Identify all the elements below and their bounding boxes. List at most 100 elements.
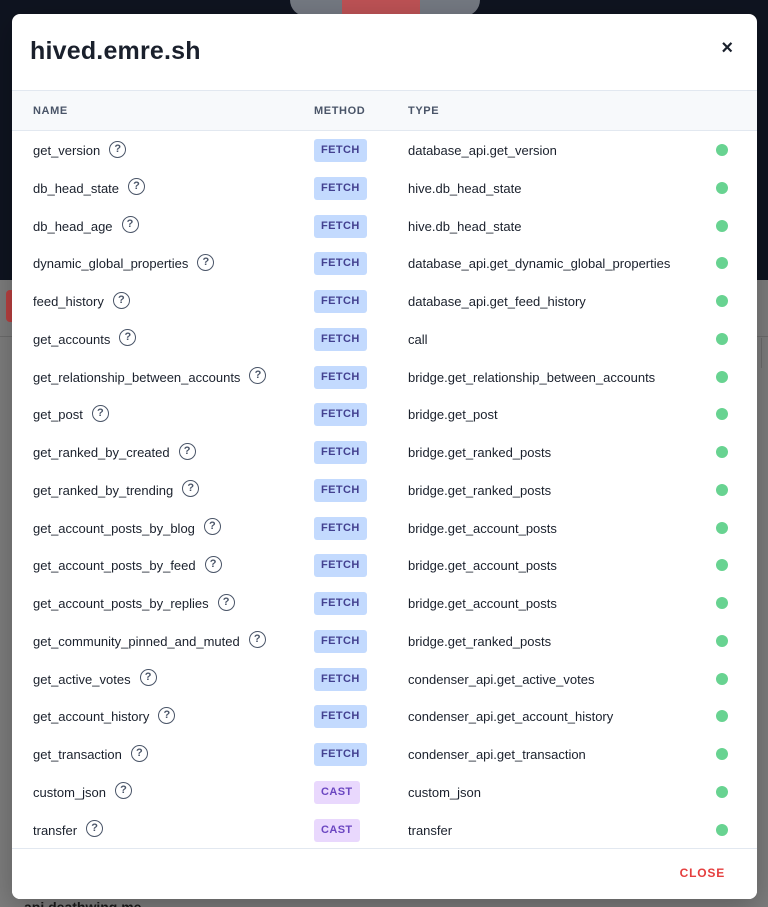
help-icon[interactable]: ? [112, 291, 130, 309]
row-type: bridge.get_ranked_posts [408, 445, 552, 460]
column-header-name: NAME [33, 105, 68, 117]
row-name: get_post? [33, 404, 109, 422]
status-dot [716, 408, 728, 421]
row-name: custom_json? [33, 782, 132, 800]
background-node-label: api.deathwing.me [24, 899, 142, 907]
row-name: get_transaction? [33, 744, 148, 762]
method-badge: FETCH [314, 554, 367, 578]
table-row: get_accounts? FETCH call [12, 320, 757, 358]
help-icon[interactable]: ? [197, 253, 215, 271]
method-badge: FETCH [314, 441, 367, 464]
help-icon[interactable]: ? [249, 367, 267, 384]
help-icon[interactable]: ? [139, 669, 157, 686]
table-header: NAME METHOD TYPE [12, 91, 757, 131]
status-dot [716, 710, 728, 723]
row-name: feed_history? [33, 291, 130, 309]
table-row: get_transaction? FETCH condenser_api.get_t… [12, 735, 757, 773]
help-icon[interactable]: ? [130, 744, 148, 762]
row-name: get_relationship_between_accounts? [33, 367, 267, 385]
status-dot [716, 521, 728, 534]
table-row: get_ranked_by_trending? FETCH bridge.get_r… [12, 471, 757, 509]
method-badge: FETCH [314, 290, 367, 313]
row-type: transfer [408, 822, 453, 838]
row-name: get_active_votes? [33, 669, 157, 687]
row-type: bridge.get_account_posts [408, 596, 557, 611]
help-icon[interactable]: ? [182, 480, 200, 498]
status-dot [716, 257, 728, 270]
row-name-label: get_account_history [33, 709, 150, 725]
table-row: get_relationship_between_accounts? FETCH b… [12, 358, 757, 396]
method-badge: CAST [314, 780, 360, 804]
status-dot [716, 332, 728, 345]
modal-footer: CLOSE [12, 848, 757, 899]
help-icon[interactable]: ? [178, 442, 196, 460]
status-dot [716, 559, 728, 572]
table-row: db_head_state? FETCH hive.db_head_state [12, 169, 757, 207]
row-name: get_account_posts_by_blog? [33, 518, 221, 536]
row-type: bridge.get_ranked_posts [408, 633, 552, 649]
row-name-label: feed_history [33, 294, 104, 309]
column-header-method: METHOD [314, 105, 366, 117]
help-icon[interactable]: ? [121, 216, 139, 233]
table-row: get_account_posts_by_blog? FETCH bridge.ge… [12, 509, 757, 547]
row-name: get_account_posts_by_replies? [33, 593, 235, 611]
row-type: bridge.get_ranked_posts [408, 482, 552, 498]
node-details-modal: hived.emre.sh × NAME METHOD TYPE get_ver… [12, 14, 757, 899]
status-dot [716, 597, 728, 609]
method-badge: FETCH [314, 403, 367, 427]
table-row: get_community_pinned_and_muted? FETCH brid… [12, 622, 757, 660]
table-row: db_head_age? FETCH hive.db_head_state [12, 207, 757, 245]
modal-title: hived.emre.sh [30, 37, 201, 65]
method-badge: FETCH [314, 592, 367, 615]
table-row: get_account_posts_by_replies? FETCH bridge… [12, 584, 757, 622]
help-icon[interactable]: ? [217, 593, 235, 611]
method-badge: FETCH [314, 365, 367, 389]
row-name-label: get_ranked_by_trending [33, 482, 174, 498]
table-row: get_ranked_by_created? FETCH bridge.get_ra… [12, 433, 757, 471]
method-badge: FETCH [314, 705, 367, 729]
method-badge: FETCH [314, 743, 367, 766]
table-row: transfer? CAST transfer [12, 811, 757, 849]
row-name-label: get_version [33, 143, 101, 158]
row-name: db_head_state? [33, 178, 146, 196]
row-name: db_head_age? [33, 216, 139, 234]
method-badge: FETCH [314, 139, 367, 162]
close-button[interactable]: CLOSE [680, 866, 725, 880]
row-name-label: get_active_votes [33, 671, 131, 687]
method-badge: FETCH [314, 478, 367, 502]
row-name: get_version? [33, 140, 127, 158]
status-dot [716, 181, 728, 194]
help-icon[interactable]: ? [119, 329, 137, 347]
help-icon[interactable]: ? [91, 404, 109, 422]
row-name-label: db_head_state [33, 180, 120, 196]
table-row: get_post? FETCH bridge.get_post [12, 395, 757, 433]
help-icon[interactable]: ? [158, 706, 176, 724]
row-name-label: dynamic_global_properties [33, 256, 189, 272]
column-header-type: TYPE [408, 105, 440, 117]
help-icon[interactable]: ? [109, 140, 127, 158]
status-dot [716, 785, 728, 798]
table-row: get_account_history? FETCH condenser_api.g… [12, 697, 757, 735]
help-icon[interactable]: ? [86, 820, 104, 837]
help-icon[interactable]: ? [248, 631, 266, 649]
help-icon[interactable]: ? [204, 555, 222, 573]
row-type: hive.db_head_state [408, 218, 522, 234]
help-icon[interactable]: ? [128, 178, 146, 196]
help-icon[interactable]: ? [114, 782, 132, 800]
status-dot [716, 748, 728, 760]
table-row: get_version? FETCH database_api.get_versio… [12, 131, 757, 169]
table-row: custom_json? CAST custom_json [12, 773, 757, 811]
status-dot [716, 672, 728, 685]
row-name-label: get_transaction [33, 747, 122, 762]
status-dot [716, 446, 728, 458]
table-row: dynamic_global_properties? FETCH database_… [12, 244, 757, 282]
close-icon[interactable]: × [721, 38, 733, 58]
modal-header: hived.emre.sh × [12, 14, 757, 91]
method-badge: FETCH [314, 327, 367, 351]
help-icon[interactable]: ? [203, 518, 221, 535]
status-dot [716, 823, 728, 836]
table-row: get_active_votes? FETCH condenser_api.get_… [12, 660, 757, 698]
row-type: bridge.get_relationship_between_accounts [408, 369, 656, 385]
table-row: get_account_posts_by_feed? FETCH bridge.ge… [12, 546, 757, 584]
row-type: condenser_api.get_active_votes [408, 671, 595, 687]
